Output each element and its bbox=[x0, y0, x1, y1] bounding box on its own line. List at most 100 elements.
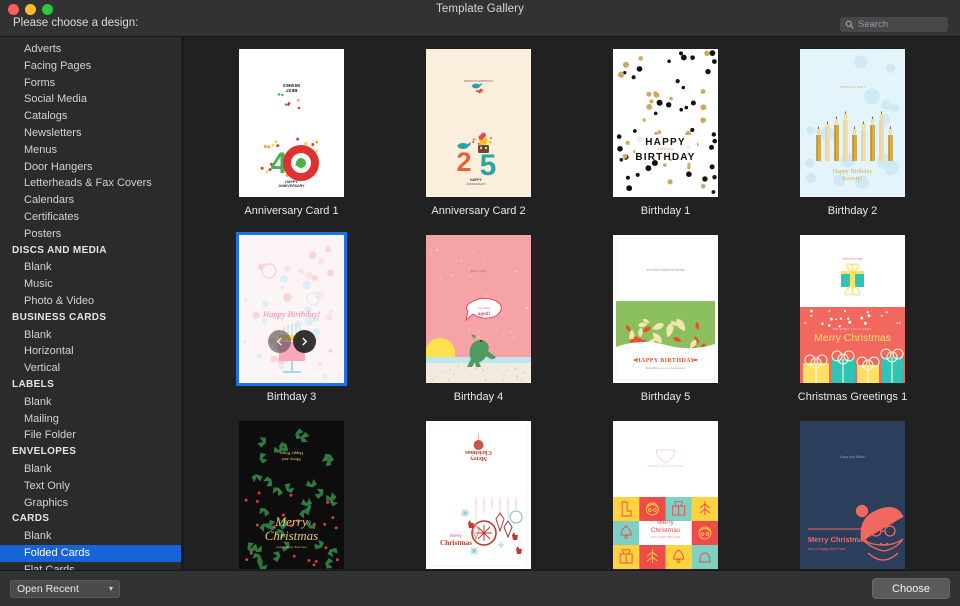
chevron-down-icon: ▾ bbox=[109, 584, 113, 593]
template-caption: Anniversary Card 2 bbox=[431, 205, 525, 217]
template-preview-art: Lofting Hug! You have aged! bbox=[426, 235, 531, 383]
svg-text:BIRTHDAY: BIRTHDAY bbox=[635, 152, 695, 163]
template-thumbnail-christmas-greetings-5[interactable]: Happy and Merry Merry Christmas and a Ha… bbox=[800, 421, 905, 569]
sidebar-item-certificates[interactable]: Certificates bbox=[0, 209, 184, 226]
svg-text:and a Happy New Year!: and a Happy New Year! bbox=[808, 547, 846, 551]
open-recent-dropdown[interactable]: Open Recent ▾ bbox=[10, 580, 120, 598]
sidebar-item-menus[interactable]: Menus bbox=[0, 142, 184, 159]
svg-text:LOVE YOU MUCH: LOVE YOU MUCH bbox=[840, 85, 865, 89]
sidebar-item-vertical[interactable]: Vertical bbox=[0, 360, 184, 377]
sidebar-item-forms[interactable]: Forms bbox=[0, 75, 184, 92]
template-thumbnail-christmas-greetings-3[interactable]: Merry Christmas bbox=[426, 421, 531, 569]
template-gallery-grid[interactable]: BEST WISHES 4 HAPPY ANNIVERSARY Annivers… bbox=[184, 37, 960, 570]
sidebar-item-folded-cards[interactable]: Folded Cards bbox=[0, 545, 184, 562]
template-caption: Birthday 5 bbox=[641, 391, 691, 403]
template-thumbnail-christmas-greetings-2[interactable]: Merry and Happy Hours Merry Christmas an… bbox=[239, 421, 344, 569]
template-thumbnail-anniversary-card-1[interactable]: BEST WISHES 4 HAPPY ANNIVERSARY bbox=[239, 49, 344, 197]
svg-text:Happy Birthday!: Happy Birthday! bbox=[262, 309, 321, 319]
sidebar-item-social-media[interactable]: Social Media bbox=[0, 91, 184, 108]
svg-text:Merry: Merry bbox=[450, 533, 462, 538]
template-cell[interactable]: HAPPY Love you BIRTHDAY Birthday 1 bbox=[572, 43, 759, 229]
sidebar-entry-label: Blank bbox=[24, 261, 52, 273]
sidebar-item-blank[interactable]: Blank bbox=[0, 528, 184, 545]
template-cell[interactable]: CONGRATULATIONS 2 5 HAPPY ANNIVERSARY An… bbox=[385, 43, 572, 229]
svg-text:Christmas: Christmas bbox=[440, 539, 472, 547]
sidebar-entry-label: Forms bbox=[24, 77, 55, 89]
sidebar-entry-label: Flat Cards bbox=[24, 564, 75, 570]
template-thumbnail-birthday-1[interactable]: HAPPY Love you BIRTHDAY bbox=[613, 49, 718, 197]
template-thumbnail-birthday-3[interactable]: Happy Birthday! bbox=[239, 235, 344, 383]
template-cell[interactable]: I WISH YOU MANY THINGS Merry Christmas A… bbox=[572, 415, 759, 570]
sidebar-entry-label: Door Hangers bbox=[24, 161, 92, 173]
template-thumbnail-christmas-greetings-4[interactable]: I WISH YOU MANY THINGS Merry Christmas A… bbox=[613, 421, 718, 569]
sidebar-item-graphics[interactable]: Graphics bbox=[0, 495, 184, 512]
svg-text:HAPPY BIRTHDAY: HAPPY BIRTHDAY bbox=[636, 358, 695, 364]
sidebar-item-letterheads-fax-covers[interactable]: Letterheads & Fax Covers bbox=[0, 175, 184, 192]
template-cell[interactable]: Happy and Merry Merry Christmas and a Ha… bbox=[759, 415, 946, 570]
sidebar-item-flat-cards[interactable]: Flat Cards bbox=[0, 562, 184, 570]
sidebar-entry-label: Horizontal bbox=[24, 345, 74, 357]
sidebar-item-file-folder[interactable]: File Folder bbox=[0, 427, 184, 444]
template-cell[interactable]: Merry and Happy Hours Merry Christmas an… bbox=[198, 415, 385, 570]
template-thumbnail-christmas-greetings-1[interactable]: Best Greetings WE WISH YOU A VERY Merry … bbox=[800, 235, 905, 383]
template-gallery-window: Template Gallery Please choose a design:… bbox=[0, 0, 960, 606]
svg-text:May all your wishes come true: May all your wishes come true bbox=[646, 268, 684, 272]
category-sidebar[interactable]: Adverts Facing Pages Forms Social Media Cata… bbox=[0, 37, 184, 570]
choose-button-label: Choose bbox=[892, 583, 930, 595]
template-cell[interactable]: BEST WISHES 4 HAPPY ANNIVERSARY Annivers… bbox=[198, 43, 385, 229]
svg-text:Merry: Merry bbox=[274, 514, 308, 529]
template-cell[interactable]: Lofting Hug! You have aged! Birthday 4 bbox=[385, 229, 572, 415]
open-recent-label: Open Recent bbox=[17, 583, 79, 595]
sidebar-entry-label: Posters bbox=[24, 228, 61, 240]
sidebar-item-horizontal[interactable]: Horizontal bbox=[0, 343, 184, 360]
next-page-button[interactable] bbox=[293, 330, 316, 353]
sidebar-item-door-hangers[interactable]: Door Hangers bbox=[0, 159, 184, 176]
sidebar-item-blank[interactable]: Blank bbox=[0, 259, 184, 276]
sidebar-item-photo-video[interactable]: Photo & Video bbox=[0, 293, 184, 310]
template-cell[interactable]: Merry Christmas bbox=[385, 415, 572, 570]
template-caption: Birthday 4 bbox=[454, 391, 504, 403]
previous-page-button[interactable] bbox=[268, 330, 291, 353]
sidebar-item-facing-pages[interactable]: Facing Pages bbox=[0, 58, 184, 75]
template-preview-art: Happy and Merry Merry Christmas and a Ha… bbox=[800, 421, 905, 569]
template-cell[interactable]: Happy Birthday! Birthday 3 bbox=[198, 229, 385, 415]
sidebar-item-catalogs[interactable]: Catalogs bbox=[0, 108, 184, 125]
svg-text:ANNIVERSARY: ANNIVERSARY bbox=[278, 184, 305, 188]
sidebar-entry-label: Mailing bbox=[24, 413, 59, 425]
sidebar-entry-label: Vertical bbox=[24, 362, 60, 374]
template-thumbnail-birthday-5[interactable]: May all your wishes come true bbox=[613, 235, 718, 383]
sidebar-entry-label: LABELS bbox=[12, 379, 54, 390]
svg-text:Best Greetings: Best Greetings bbox=[842, 257, 863, 261]
svg-text:Merry: Merry bbox=[657, 519, 674, 526]
sidebar-item-blank[interactable]: Blank bbox=[0, 327, 184, 344]
svg-text:2: 2 bbox=[456, 147, 471, 177]
choose-button[interactable]: Choose bbox=[872, 578, 950, 599]
template-thumbnail-anniversary-card-2[interactable]: CONGRATULATIONS 2 5 HAPPY ANNIVERSARY bbox=[426, 49, 531, 197]
template-grid: BEST WISHES 4 HAPPY ANNIVERSARY Annivers… bbox=[184, 43, 960, 570]
sidebar-item-blank[interactable]: Blank bbox=[0, 394, 184, 411]
sidebar-item-posters[interactable]: Posters bbox=[0, 226, 184, 243]
sidebar-item-adverts[interactable]: Adverts bbox=[0, 41, 184, 58]
search-input[interactable]: Search bbox=[840, 17, 948, 32]
template-preview-art: Happy Birthday! bbox=[239, 235, 344, 383]
sidebar-item-newsletters[interactable]: Newsletters bbox=[0, 125, 184, 142]
svg-text:and a Happy New Year: and a Happy New Year bbox=[276, 545, 307, 549]
sidebar-item-blank[interactable]: Blank bbox=[0, 461, 184, 478]
sidebar-item-music[interactable]: Music bbox=[0, 276, 184, 293]
svg-text:WISHES: WISHES bbox=[283, 83, 300, 88]
sidebar-item-text-only[interactable]: Text Only bbox=[0, 478, 184, 495]
template-thumbnail-birthday-2[interactable]: LOVE YOU MUCH Happy Birthday Sweety! bbox=[800, 49, 905, 197]
template-cell[interactable]: Best Greetings WE WISH YOU A VERY Merry … bbox=[759, 229, 946, 415]
sidebar-entry-label: Menus bbox=[24, 144, 57, 156]
search-placeholder: Search bbox=[858, 20, 888, 30]
sidebar-entry-label: Catalogs bbox=[24, 110, 67, 122]
template-cell[interactable]: LOVE YOU MUCH Happy Birthday Sweety! Bir… bbox=[759, 43, 946, 229]
svg-text:5: 5 bbox=[480, 149, 497, 182]
template-thumbnail-birthday-4[interactable]: Lofting Hug! You have aged! bbox=[426, 235, 531, 383]
template-cell[interactable]: May all your wishes come true bbox=[572, 229, 759, 415]
sidebar-item-calendars[interactable]: Calendars bbox=[0, 192, 184, 209]
sidebar-item-mailing[interactable]: Mailing bbox=[0, 411, 184, 428]
svg-text:Love you: Love you bbox=[658, 146, 673, 151]
sidebar-entry-label: Facing Pages bbox=[24, 60, 91, 72]
svg-text:Christmas: Christmas bbox=[651, 527, 681, 534]
